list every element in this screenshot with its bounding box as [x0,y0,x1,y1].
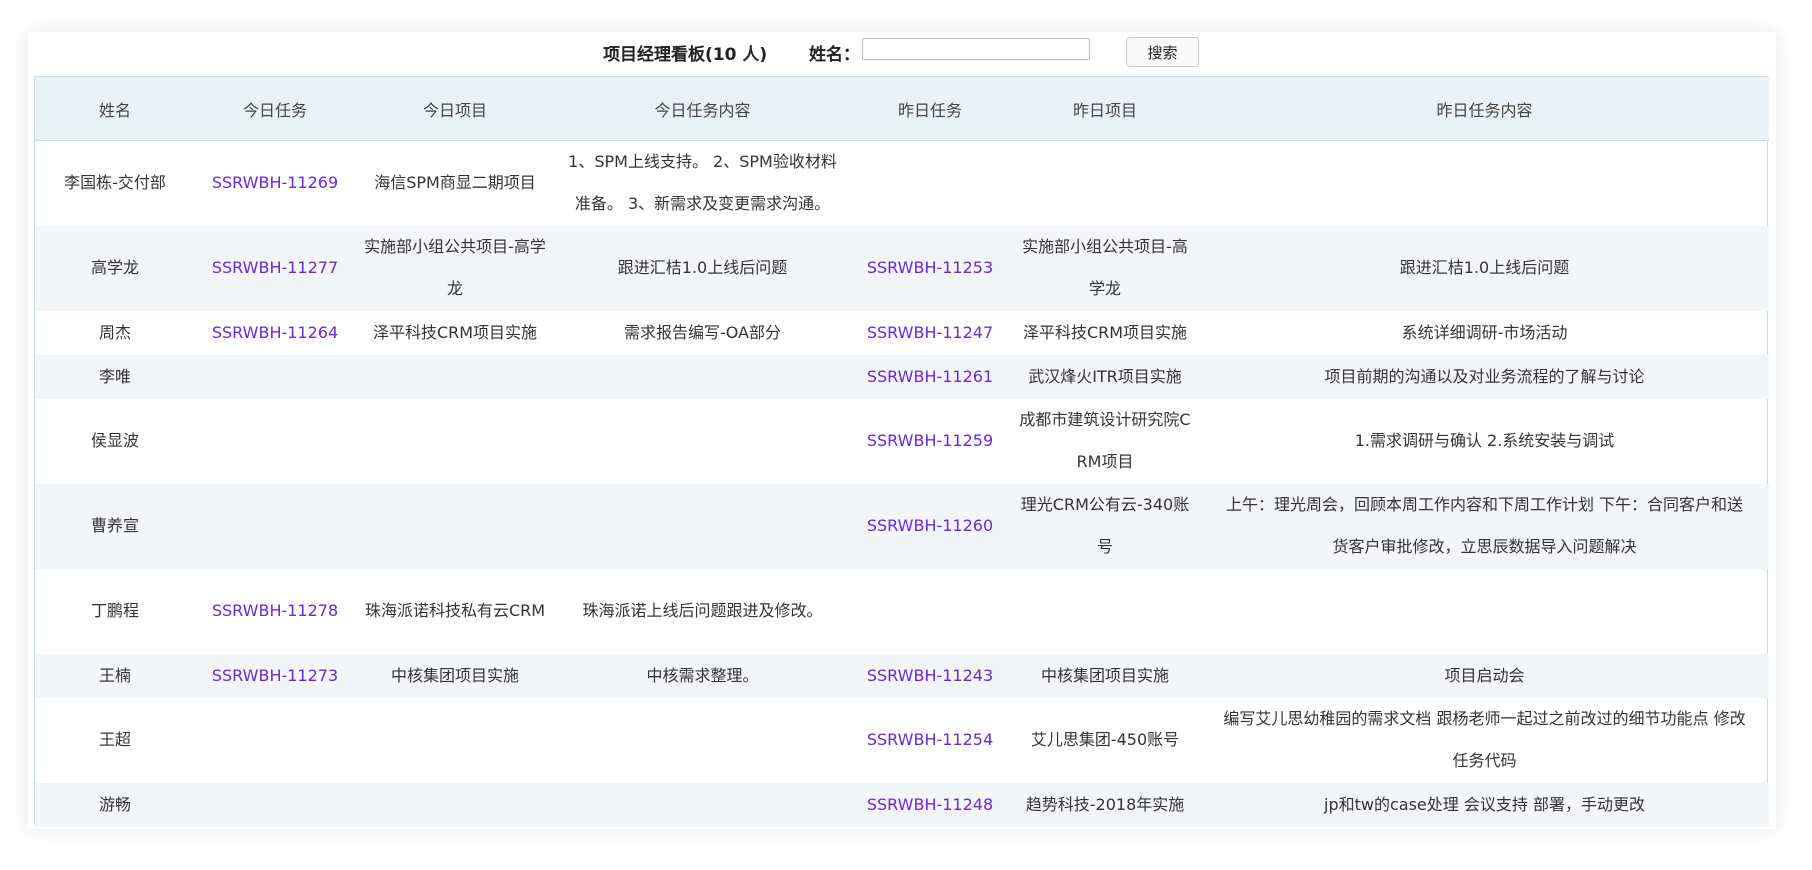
today-task-link[interactable] [195,483,355,569]
today-task-link[interactable] [195,354,355,399]
today-content-cell: 需求报告编写-OA部分 [623,322,782,342]
yesterday-project-cell: 趋势科技-2018年实施 [1010,782,1200,827]
yesterday-task-link[interactable] [850,569,1010,654]
yesterday-content-cell [1200,141,1769,226]
manager-table-wrap: 姓名 今日任务 今日项目 今日任务内容 昨日任务 昨日项目 昨日任务内容 李国栋… [34,76,1769,827]
today-project-cell [355,782,555,827]
today-content-cell [555,698,850,783]
name-cell: 侯显波 [90,431,139,450]
column-header[interactable]: 昨日项目 [1010,77,1200,141]
column-header[interactable]: 昨日任务内容 [1200,77,1769,141]
today-project-cell: 泽平科技CRM项目实施 [372,322,538,342]
yesterday-content-cell: 项目启动会 [1200,653,1769,698]
toolbar: 项目经理看板(10 人) 姓名： 搜索 [28,32,1776,76]
manager-table: 姓名 今日任务 今日项目 今日任务内容 昨日任务 昨日项目 昨日任务内容 李国栋… [35,77,1769,827]
table-row: 曹养宣 SSRWBH-11260 理光CRM公有云-340账号 上午：理光周会，… [35,483,1769,569]
today-task-link[interactable]: SSRWBH-11264 [195,311,355,355]
today-task-link[interactable]: SSRWBH-11278 [195,569,355,654]
yesterday-content-cell: 系统详细调研-市场活动 [1401,322,1568,342]
page-title: 项目经理看板(10 人) [603,45,768,65]
today-task-link[interactable] [195,399,355,484]
today-task-link[interactable] [195,698,355,783]
yesterday-task-link[interactable]: SSRWBH-11261 [850,354,1010,399]
yesterday-project-cell [1010,141,1200,226]
yesterday-content-cell: 编写艾儿思幼稚园的需求文档 跟杨老师一起过之前改过的细节功能点 修改任务代码 [1223,709,1746,770]
today-content-cell: 1、SPM上线支持。 2、SPM验收材料准备。 3、新需求及变更需求沟通。 [568,152,837,214]
name-filter-label: 姓名： [809,45,860,65]
today-content-cell [555,354,850,399]
yesterday-content-cell: jp和tw的case处理 会议支持 部署，手动更改 [1200,782,1769,827]
today-task-link[interactable]: SSRWBH-11273 [195,653,355,698]
search-button[interactable]: 搜索 [1126,37,1199,67]
table-row: 高学龙 SSRWBH-11277 实施部小组公共项目-高学龙 跟进汇桔1.0上线… [35,225,1769,311]
table-row: 王超 SSRWBH-11254 艾儿思集团-450账号 编写艾儿思幼稚园的需求文… [35,698,1769,783]
yesterday-task-link[interactable]: SSRWBH-11248 [850,782,1010,827]
yesterday-project-cell: 理光CRM公有云-340账号 [1010,483,1200,569]
today-project-cell: 实施部小组公共项目-高学龙 [355,225,555,311]
yesterday-task-link[interactable] [850,141,1010,226]
yesterday-task-link[interactable]: SSRWBH-11247 [850,311,1010,355]
name-cell: 李国栋-交付部 [64,173,166,193]
today-project-cell: 中核集团项目实施 [355,653,555,698]
yesterday-task-link[interactable]: SSRWBH-11259 [850,399,1010,484]
table-row: 周杰 SSRWBH-11264 泽平科技CRM项目实施 需求报告编写-OA部分 … [35,311,1769,355]
table-row: 丁鹏程 SSRWBH-11278 珠海派诺科技私有云CRM 珠海派诺上线后问题跟… [35,569,1769,654]
today-project-cell [355,399,555,484]
yesterday-content-cell: 项目前期的沟通以及对业务流程的了解与讨论 [1200,354,1769,399]
yesterday-project-cell: 艾儿思集团-450账号 [1030,730,1180,749]
yesterday-project-cell: 武汉烽火ITR项目实施 [1010,354,1200,399]
today-content-cell: 中核需求整理。 [555,653,850,698]
column-header[interactable]: 今日任务 [195,77,355,141]
name-cell: 王超 [98,730,131,749]
today-project-cell [355,698,555,783]
name-cell: 丁鹏程 [90,601,139,620]
today-task-link[interactable]: SSRWBH-11269 [195,141,355,226]
yesterday-task-link[interactable]: SSRWBH-11254 [850,698,1010,783]
column-header[interactable]: 昨日任务 [850,77,1010,141]
yesterday-project-cell: 实施部小组公共项目-高学龙 [1010,225,1200,311]
table-row: 侯显波 SSRWBH-11259 成都市建筑设计研究院CRM项目 1.需求调研与… [35,399,1769,484]
table-row: 李唯 SSRWBH-11261 武汉烽火ITR项目实施 项目前期的沟通以及对业务… [35,354,1769,399]
yesterday-task-link[interactable]: SSRWBH-11260 [850,483,1010,569]
table-row: 游畅 SSRWBH-11248 趋势科技-2018年实施 jp和tw的case处… [35,782,1769,827]
table-row: 王楠 SSRWBH-11273 中核集团项目实施 中核需求整理。 SSRWBH-… [35,653,1769,698]
name-cell: 周杰 [98,322,131,342]
column-header[interactable]: 今日任务内容 [555,77,850,141]
today-content-cell [555,483,850,569]
today-task-link[interactable]: SSRWBH-11277 [195,225,355,311]
dashboard-card: 项目经理看板(10 人) 姓名： 搜索 姓名 今日任务 今日项目 今日任务内容 … [28,32,1776,829]
column-header[interactable]: 今日项目 [355,77,555,141]
today-task-link[interactable] [195,782,355,827]
yesterday-content-cell [1200,569,1769,654]
yesterday-content-cell: 1.需求调研与确认 2.系统安装与调试 [1354,431,1615,450]
today-project-cell [355,483,555,569]
today-content-cell [555,399,850,484]
name-cell: 曹养宣 [35,483,195,569]
today-project-cell: 珠海派诺科技私有云CRM [364,601,546,620]
column-header[interactable]: 姓名 [35,77,195,141]
table-row: 李国栋-交付部 SSRWBH-11269 海信SPM商显二期项目 1、SPM上线… [35,141,1769,226]
today-content-cell: 跟进汇桔1.0上线后问题 [555,225,850,311]
today-content-cell: 珠海派诺上线后问题跟进及修改。 [582,601,823,620]
name-cell: 游畅 [35,782,195,827]
yesterday-task-link[interactable]: SSRWBH-11243 [850,653,1010,698]
today-content-cell [555,782,850,827]
name-cell: 王楠 [35,653,195,698]
yesterday-project-cell: 泽平科技CRM项目实施 [1022,322,1188,342]
today-project-cell [355,354,555,399]
name-cell: 李唯 [35,354,195,399]
name-cell: 高学龙 [35,225,195,311]
yesterday-project-cell [1010,569,1200,654]
yesterday-task-link[interactable]: SSRWBH-11253 [850,225,1010,311]
yesterday-project-cell: 成都市建筑设计研究院CRM项目 [1019,410,1191,471]
today-project-cell: 海信SPM商显二期项目 [374,173,536,193]
yesterday-content-cell: 上午：理光周会，回顾本周工作内容和下周工作计划 下午：合同客户和送货客户审批修改… [1200,483,1769,569]
yesterday-content-cell: 跟进汇桔1.0上线后问题 [1200,225,1769,311]
yesterday-project-cell: 中核集团项目实施 [1010,653,1200,698]
name-search-input[interactable] [862,38,1090,60]
table-header-row: 姓名 今日任务 今日项目 今日任务内容 昨日任务 昨日项目 昨日任务内容 [35,77,1769,141]
